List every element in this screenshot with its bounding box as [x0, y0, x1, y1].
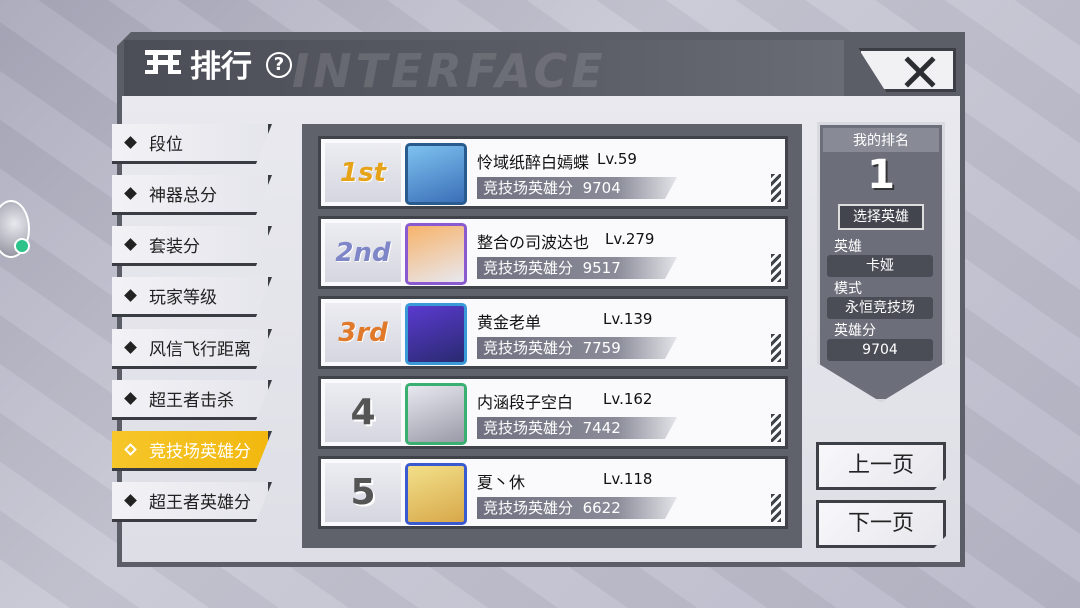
player-avatar[interactable]	[405, 143, 467, 205]
interface-watermark: INTERFACE	[292, 44, 607, 98]
score-bar: 竞技场英雄分 6622	[477, 497, 677, 519]
score-bar: 竞技场英雄分 7759	[477, 337, 677, 359]
score-bar: 竞技场英雄分 7442	[477, 417, 677, 439]
player-name: 内涵段子空白	[477, 393, 574, 412]
diamond-icon	[124, 392, 137, 405]
select-hero-button[interactable]: 选择英雄	[838, 204, 924, 230]
diamond-icon	[124, 136, 137, 149]
ranking-row[interactable]: 3rd 黄金老单 Lv.139 竞技场英雄分 7759	[318, 296, 788, 369]
ranking-row[interactable]: 5 夏丶休 Lv.118 竞技场英雄分 6622	[318, 456, 788, 529]
diamond-icon	[124, 443, 137, 456]
tab-flight-distance[interactable]: 风信飞行距离	[112, 329, 272, 369]
prev-page-button[interactable]: 上一页	[816, 442, 946, 490]
tab-set-score[interactable]: 套装分	[112, 226, 272, 266]
my-ranking-title: 我的排名	[823, 128, 939, 152]
tab-super-king-hero-score[interactable]: 超王者英雄分	[112, 482, 272, 522]
mode-value: 永恒竞技场	[827, 297, 933, 319]
diamond-icon	[124, 494, 137, 507]
hero-label: 英雄	[834, 239, 862, 255]
tab-player-level[interactable]: 玩家等级	[112, 277, 272, 317]
score-value: 9704	[582, 179, 621, 197]
player-avatar[interactable]	[405, 223, 467, 285]
rank-number: 5	[350, 472, 376, 513]
close-icon	[904, 56, 936, 88]
player-name: 夏丶休	[477, 473, 526, 492]
ranking-row[interactable]: 4 内涵段子空白 Lv.162 竞技场英雄分 7442	[318, 376, 788, 449]
rank-badge: 2nd	[335, 237, 391, 268]
rank-number: 4	[350, 392, 376, 433]
rank-badge: 1st	[340, 157, 386, 188]
player-level: Lv.118	[603, 470, 653, 488]
diamond-icon	[124, 187, 137, 200]
player-avatar[interactable]	[405, 303, 467, 365]
hero-value: 卡娅	[827, 255, 933, 277]
diamond-icon	[124, 341, 137, 354]
microphone-icon[interactable]	[14, 238, 30, 254]
rank-badge: 3rd	[338, 317, 388, 348]
score-bar: 竞技场英雄分 9517	[477, 257, 677, 279]
ranking-row[interactable]: 2nd 整合の司波达也 Lv.279 竞技场英雄分 9517	[318, 216, 788, 289]
player-level: Lv.59	[597, 150, 637, 168]
score-value: 9704	[827, 339, 933, 361]
player-avatar[interactable]	[405, 463, 467, 525]
score-value: 6622	[582, 499, 621, 517]
player-name: 黄金老单	[477, 313, 542, 332]
help-icon[interactable]: ?	[266, 52, 292, 78]
diamond-icon	[124, 289, 137, 302]
next-page-button[interactable]: 下一页	[816, 500, 946, 548]
my-ranking-number: 1	[867, 152, 895, 198]
score-value: 7442	[582, 419, 621, 437]
score-value: 7759	[582, 339, 621, 357]
player-level: Lv.139	[603, 310, 653, 328]
ranking-row[interactable]: 1st 怜域纸醉白嫣蝶 Lv.59 竞技场英雄分 9704	[318, 136, 788, 209]
tab-artifact-score[interactable]: 神器总分	[112, 175, 272, 215]
tab-rank-tier[interactable]: 段位	[112, 124, 272, 164]
player-name: 整合の司波达也	[477, 233, 590, 252]
player-avatar[interactable]	[405, 383, 467, 445]
page-title: 排行	[190, 49, 252, 85]
tab-arena-hero-score[interactable]: 竞技场英雄分	[112, 431, 272, 471]
player-level: Lv.162	[603, 390, 653, 408]
ranking-icon	[145, 50, 181, 74]
player-name: 怜域纸醉白嫣蝶	[477, 153, 590, 172]
score-value: 9517	[582, 259, 621, 277]
diamond-icon	[124, 238, 137, 251]
mode-label: 模式	[834, 281, 862, 297]
tab-super-king-kills[interactable]: 超王者击杀	[112, 380, 272, 420]
score-label: 英雄分	[834, 323, 876, 339]
score-bar: 竞技场英雄分 9704	[477, 177, 677, 199]
player-level: Lv.279	[605, 230, 655, 248]
